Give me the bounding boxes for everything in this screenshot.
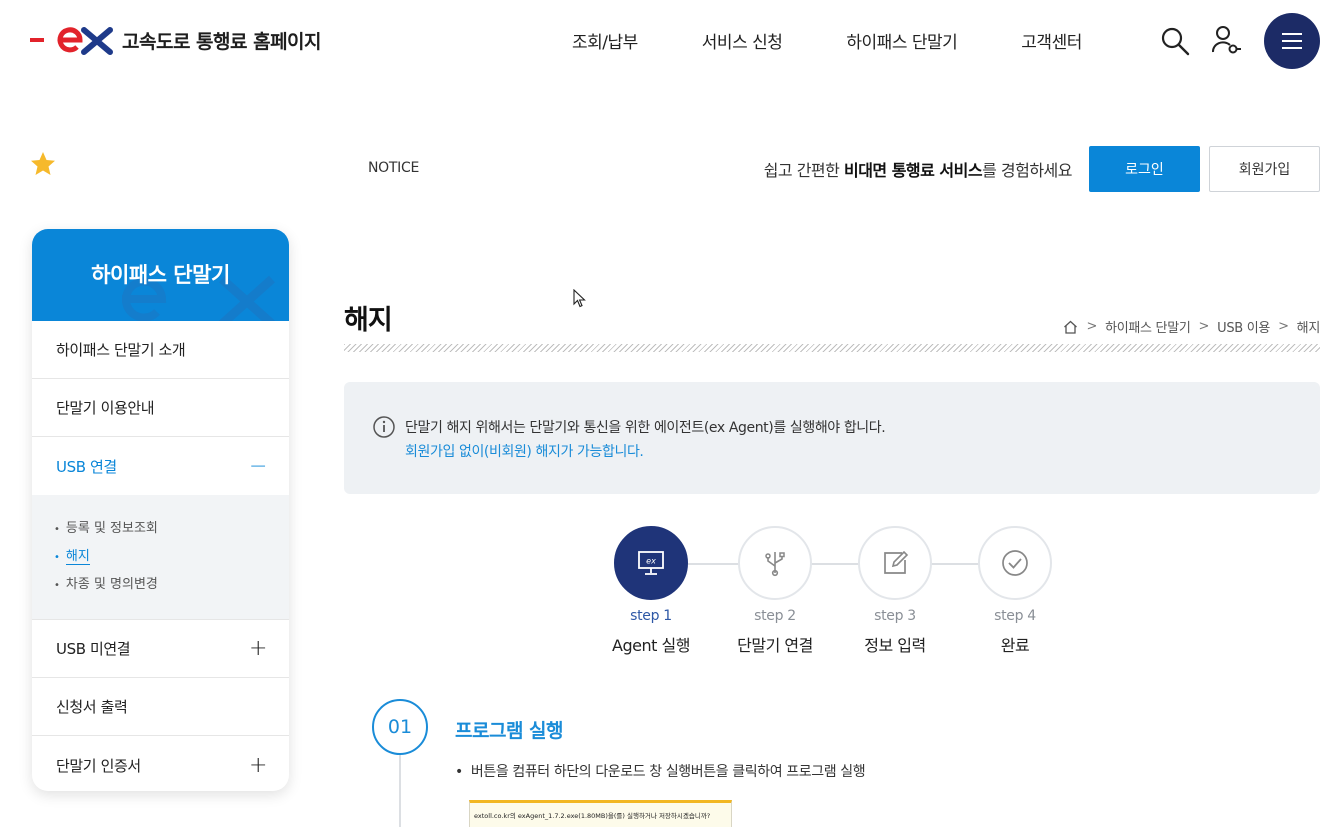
sidebar-item-print-form[interactable]: 신청서 출력 — [32, 678, 289, 736]
info-icon — [373, 416, 395, 438]
notice-label: NOTICE — [368, 160, 419, 176]
sidebar-item-label: USB 미연결 — [56, 640, 131, 658]
download-bar-image: extoll.co.kr의 exAgent_1.7.2.exe(1.80MB)을… — [469, 800, 732, 827]
breadcrumb-item[interactable]: 하이패스 단말기 — [1105, 317, 1191, 336]
user-key-icon[interactable] — [1211, 24, 1241, 56]
menu-button[interactable] — [1264, 13, 1320, 69]
search-icon[interactable] — [1160, 26, 1190, 56]
favorite-star-icon[interactable] — [30, 151, 56, 177]
step-2-name: 단말기 연결 — [737, 636, 813, 655]
step-4-number: step 4 — [994, 608, 1036, 624]
chevron-right-icon: > — [1278, 319, 1289, 334]
mouse-cursor-icon — [573, 289, 586, 308]
step-3-circle — [858, 526, 932, 600]
step-4-circle — [978, 526, 1052, 600]
sidebar-item-usb-connected[interactable]: USB 연결 − — [32, 437, 289, 495]
check-circle-icon — [1002, 550, 1028, 576]
expand-icon[interactable]: + — [249, 636, 267, 661]
step-2-circle — [738, 526, 812, 600]
step-1-name: Agent 실행 — [612, 636, 690, 655]
ex-monitor-icon: ex — [638, 551, 664, 575]
nav-item-hipass[interactable]: 하이패스 단말기 — [846, 28, 957, 53]
sidebar-item-certificate[interactable]: 단말기 인증서 + — [32, 736, 289, 791]
page-title: 해지 — [344, 305, 393, 336]
title-divider — [344, 344, 1320, 352]
section-timeline — [399, 755, 401, 827]
login-button[interactable]: 로그인 — [1089, 146, 1200, 192]
section-title: 프로그램 실행 — [455, 720, 564, 742]
breadcrumb-item-current: 해지 — [1296, 321, 1321, 336]
sidebar-item-label: 하이패스 단말기 소개 — [56, 341, 186, 359]
collapse-icon[interactable]: − — [249, 454, 267, 479]
menu-icon — [1282, 33, 1302, 49]
usb-icon — [765, 552, 785, 577]
nav-item-service[interactable]: 서비스 신청 — [702, 28, 783, 53]
home-icon[interactable] — [1063, 320, 1078, 334]
sidebar-item-usb-not-connected[interactable]: USB 미연결 + — [32, 620, 289, 678]
submenu-item-cancel[interactable]: 해지 — [54, 545, 289, 565]
step-4-name: 완료 — [1000, 636, 1030, 655]
svg-text:ex: ex — [646, 557, 656, 566]
sidebar-item-guide[interactable]: 단말기 이용안내 — [32, 379, 289, 437]
sidebar-item-label: 단말기 인증서 — [56, 756, 141, 775]
step-2-number: step 2 — [754, 608, 796, 624]
step-1-number: step 1 — [630, 608, 672, 624]
step-connector — [688, 563, 740, 565]
nav-item-inquiry[interactable]: 조회/납부 — [572, 28, 638, 53]
step-3-number: step 3 — [874, 608, 916, 624]
notice-message-prefix: 쉽고 간편한 — [763, 161, 844, 180]
join-button[interactable]: 회원가입 — [1209, 146, 1320, 192]
sidebar-item-label: USB 연결 — [56, 457, 117, 476]
info-box: 단말기 해지 위해서는 단말기와 통신을 위한 에이전트(ex Agent)를 … — [344, 382, 1320, 494]
breadcrumb: > 하이패스 단말기 > USB 이용 > 해지 — [1063, 317, 1320, 336]
expand-icon[interactable]: + — [249, 753, 267, 778]
submenu-item-register[interactable]: 등록 및 정보조회 — [54, 517, 289, 536]
logo-text: 고속도로 통행료 홈페이지 — [122, 30, 322, 53]
sidebar-item-label: 신청서 출력 — [56, 698, 128, 716]
submenu-item-change[interactable]: 차종 및 명의변경 — [54, 573, 289, 592]
ex-logo-icon — [30, 27, 113, 55]
edit-icon — [884, 550, 909, 574]
step-3-name: 정보 입력 — [864, 636, 926, 655]
sidebar-item-label: 단말기 이용안내 — [56, 399, 155, 417]
download-bar-text: extoll.co.kr의 exAgent_1.7.2.exe(1.80MB)을… — [474, 812, 711, 820]
nav-item-support[interactable]: 고객센터 — [1021, 28, 1082, 53]
sidebar-item-intro[interactable]: 하이패스 단말기 소개 — [32, 321, 289, 379]
sidebar: 하이패스 단말기 하이패스 단말기 소개 단말기 이용안내 USB 연결 − 등록… — [32, 229, 289, 791]
step-connector — [930, 563, 980, 565]
section-instruction: 버튼을 컴퓨터 하단의 다운로드 창 실행버튼을 클릭하여 프로그램 실행 — [455, 761, 866, 781]
step-connector — [810, 563, 860, 565]
notice-message: 쉽고 간편한 비대면 통행료 서비스를 경험하세요 — [660, 157, 1073, 181]
chevron-right-icon: > — [1086, 319, 1098, 334]
breadcrumb-item[interactable]: USB 이용 — [1217, 317, 1270, 336]
notice-message-suffix: 를 경험하세요 — [982, 161, 1072, 180]
info-highlight: 회원가입 없이(비회원) 해지가 가능합니다. — [405, 444, 644, 460]
site-logo[interactable]: 고속도로 통행료 홈페이지 — [30, 22, 322, 58]
section-number: 01 — [372, 699, 428, 755]
sidebar-submenu: 등록 및 정보조회 해지 차종 및 명의변경 — [32, 495, 289, 620]
site-header: 고속도로 통행료 홈페이지 조회/납부 서비스 신청 하이패스 단말기 고객센터 — [0, 0, 1340, 82]
chevron-right-icon: > — [1198, 319, 1210, 334]
sidebar-header: 하이패스 단말기 — [32, 229, 289, 321]
info-text: 단말기 해지 위해서는 단말기와 통신을 위한 에이전트(ex Agent)를 … — [405, 420, 886, 436]
notice-message-bold: 비대면 통행료 서비스 — [843, 161, 983, 180]
sidebar-title: 하이패스 단말기 — [91, 263, 230, 287]
global-nav: 조회/납부 서비스 신청 하이패스 단말기 고객센터 — [572, 28, 1146, 53]
step-1-circle: ex — [614, 526, 688, 600]
